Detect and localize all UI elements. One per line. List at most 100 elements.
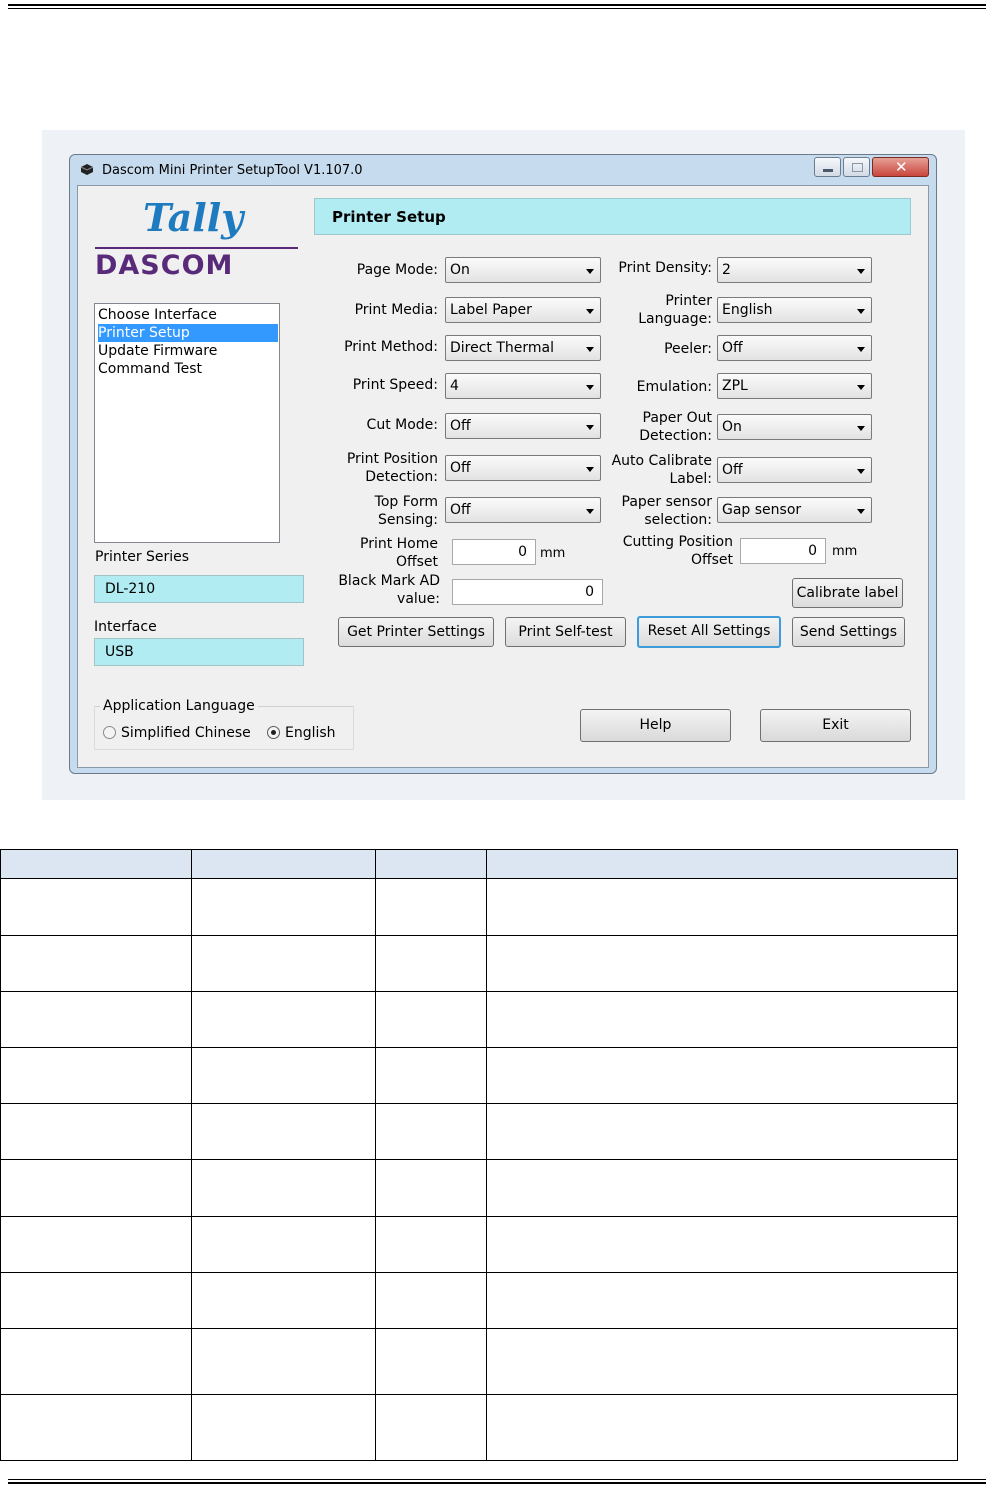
auto-calibrate-label-1: Auto Calibrate — [611, 453, 712, 469]
table-header-cell — [486, 849, 958, 879]
page-mode-select[interactable]: On — [445, 257, 601, 283]
radio-english[interactable] — [267, 726, 280, 739]
table-row — [0, 935, 958, 992]
print-media-select[interactable]: Label Paper — [445, 297, 601, 323]
print-speed-label: Print Speed: — [352, 377, 438, 393]
table-row — [0, 878, 958, 936]
page-mode-value: On — [450, 262, 470, 278]
table-row — [0, 1159, 958, 1217]
maximize-button[interactable] — [843, 157, 870, 177]
table-header-cell — [0, 849, 192, 879]
chevron-down-icon — [857, 426, 865, 431]
black-mark-ad-input[interactable]: 0 — [452, 579, 603, 605]
chevron-down-icon — [857, 347, 865, 352]
print-speed-select[interactable]: 4 — [445, 373, 601, 399]
minimize-button[interactable] — [814, 157, 841, 177]
page-title: Printer Setup — [332, 208, 446, 226]
print-media-value: Label Paper — [450, 302, 532, 318]
table-header-row — [0, 849, 958, 879]
cutting-position-offset-unit: mm — [832, 544, 858, 559]
radio-english-label[interactable]: English — [285, 725, 336, 742]
emulation-select[interactable]: ZPL — [717, 373, 872, 399]
radio-simplified-chinese-label[interactable]: Simplified Chinese — [121, 725, 251, 742]
radio-english-dot — [271, 730, 276, 735]
tally-logo: Tally — [143, 195, 244, 240]
top-form-sensing-select[interactable]: Off — [445, 497, 601, 523]
paper-sensor-selection-select[interactable]: Gap sensor — [717, 497, 872, 523]
chevron-down-icon — [586, 269, 594, 274]
print-density-select[interactable]: 2 — [717, 257, 872, 283]
close-button[interactable]: ✕ — [872, 157, 929, 177]
peeler-value: Off — [722, 340, 743, 356]
printer-series-field: DL-210 — [94, 575, 304, 603]
help-button[interactable]: Help — [580, 709, 731, 742]
print-home-offset-label-1: Print Home — [360, 536, 438, 552]
print-method-value: Direct Thermal — [450, 340, 555, 356]
print-home-offset-unit: mm — [540, 546, 566, 561]
print-density-label: Print Density: — [618, 260, 712, 276]
dascom-logo: DASCOM — [95, 250, 234, 281]
print-self-test-button[interactable]: Print Self-test — [505, 617, 626, 647]
page-mode-label: Page Mode: — [356, 262, 438, 278]
cutting-position-label-2: Offset — [690, 552, 733, 568]
paper-out-label-1: Paper Out — [642, 410, 712, 426]
emulation-label: Emulation: — [636, 379, 712, 395]
auto-calibrate-label-2: Label: — [669, 471, 713, 487]
page-header: Printer Setup — [314, 198, 911, 235]
top-rule-thick — [8, 4, 986, 6]
nav-item-command-test[interactable]: Command Test — [98, 360, 278, 378]
cut-mode-select[interactable]: Off — [445, 413, 601, 439]
nav-item-printer-setup[interactable]: Printer Setup — [98, 324, 278, 342]
nav-item-update-firmware[interactable]: Update Firmware — [98, 342, 278, 360]
nav-item-choose-interface[interactable]: Choose Interface — [98, 306, 278, 324]
table-row — [0, 1328, 958, 1395]
print-density-value: 2 — [722, 262, 731, 278]
table-row — [0, 1103, 958, 1160]
print-home-offset-label-2: Offset — [395, 554, 438, 570]
table-row — [0, 1216, 958, 1273]
cutting-position-offset-input[interactable]: 0 — [740, 538, 826, 564]
top-form-label-2: Sensing: — [377, 512, 438, 528]
logo-divider — [95, 247, 298, 249]
chevron-down-icon — [857, 269, 865, 274]
table-row — [0, 1272, 958, 1329]
radio-simplified-chinese[interactable] — [103, 726, 116, 739]
printer-language-select[interactable]: English — [717, 297, 872, 323]
minimize-icon — [823, 169, 833, 172]
maximize-icon — [852, 163, 863, 172]
chevron-down-icon — [586, 347, 594, 352]
paper-out-detection-select[interactable]: On — [717, 414, 872, 440]
exit-button[interactable]: Exit — [760, 709, 911, 742]
nav-list[interactable]: Choose Interface Printer Setup Update Fi… — [94, 303, 280, 543]
table-row — [0, 991, 958, 1048]
top-form-label-1: Top Form — [374, 494, 438, 510]
calibrate-label-button[interactable]: Calibrate label — [792, 578, 903, 608]
chevron-down-icon — [586, 385, 594, 390]
interface-label: Interface — [94, 619, 157, 635]
table-header-cell — [191, 849, 376, 879]
auto-calibrate-label-select[interactable]: Off — [717, 457, 872, 483]
peeler-select[interactable]: Off — [717, 335, 872, 361]
bottom-rule-thin — [8, 1479, 986, 1480]
chevron-down-icon — [857, 469, 865, 474]
send-settings-button[interactable]: Send Settings — [792, 617, 905, 647]
emulation-value: ZPL — [722, 378, 748, 394]
get-printer-settings-button[interactable]: Get Printer Settings — [338, 617, 494, 647]
chevron-down-icon — [857, 509, 865, 514]
print-position-detection-select[interactable]: Off — [445, 455, 601, 481]
printer-language-label-1: Printer — [665, 293, 712, 309]
table-row — [0, 1047, 958, 1104]
cut-mode-label: Cut Mode: — [366, 417, 438, 433]
reset-all-settings-button[interactable]: Reset All Settings — [637, 616, 781, 648]
black-mark-ad-label-2: value: — [397, 591, 440, 607]
print-position-label-2: Detection: — [365, 469, 438, 485]
close-icon: ✕ — [895, 158, 908, 176]
printer-language-label-2: Language: — [638, 311, 712, 327]
title-bar[interactable]: Dascom Mini Printer SetupTool V1.107.0 ✕ — [70, 155, 936, 185]
paper-out-label-2: Detection: — [639, 428, 712, 444]
print-home-offset-value: 0 — [518, 544, 527, 560]
chevron-down-icon — [857, 309, 865, 314]
cutting-position-offset-value: 0 — [808, 543, 817, 559]
print-home-offset-input[interactable]: 0 — [452, 539, 536, 565]
print-method-select[interactable]: Direct Thermal — [445, 335, 601, 361]
